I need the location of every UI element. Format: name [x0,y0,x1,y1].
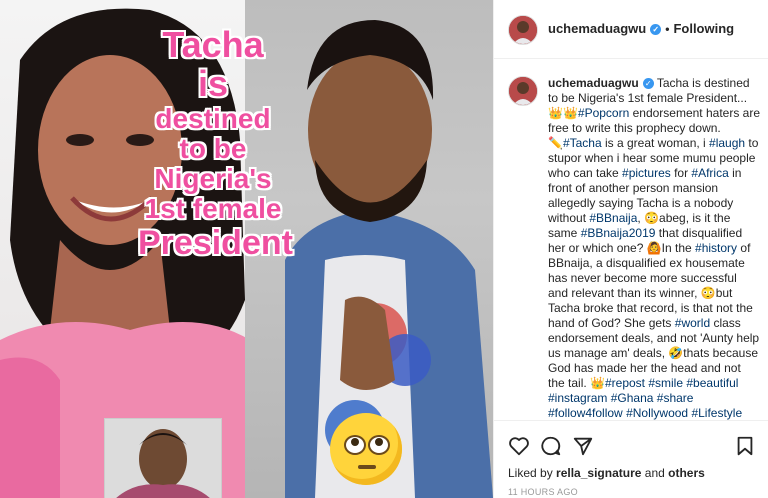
caption-fragment: is a great woman, i [601,136,710,150]
liker-username-link[interactable]: rella_signature [556,466,641,480]
bookmark-icon[interactable] [734,435,756,457]
hashtag-link[interactable]: #share [657,391,694,405]
separator-dot: • [665,22,670,36]
emoji-eye [368,435,390,455]
inset-photo [104,418,222,498]
username-link[interactable]: uchemaduagwu [548,76,639,90]
hashtag-link[interactable]: #Popcorn [578,106,629,120]
overlay-line: to be [179,132,247,164]
avatar[interactable] [508,76,538,106]
heart-icon[interactable] [508,435,530,457]
hashtag-link[interactable]: #Nollywood [626,406,688,420]
hashtag-link[interactable]: #Lifestyle [691,406,742,420]
hashtag-link[interactable]: #laugh [709,136,745,150]
hashtag-link[interactable]: #history [695,241,737,255]
hashtag-link[interactable]: #Ghana [611,391,654,405]
overlay-line: Nigeria's [154,163,272,195]
hashtag-link[interactable]: #smile [648,376,683,390]
hashtag-link[interactable]: #BBnaija [589,211,637,225]
hashtag-link[interactable]: #Africa [691,166,728,180]
hashtag-link[interactable]: #instagram [548,391,607,405]
avatar[interactable] [508,15,538,45]
username-link[interactable]: uchemaduagwu [548,21,646,36]
likes-joiner: and [644,466,665,480]
hashtag-link[interactable]: #Tacha [563,136,602,150]
verified-icon: ✓ [642,78,654,90]
hashtag-link[interactable]: #pictures [622,166,671,180]
caption-body: Tacha is destined to be Nigeria's 1st fe… [548,76,760,420]
hashtag-link[interactable]: #repost [605,376,645,390]
likes-summary: Liked by rella_signature and others [508,466,705,480]
caption-fragment: for [670,166,692,180]
overlay-caption: Tacha is destined to be Nigeria's 1st fe… [138,24,293,262]
post-timestamp[interactable]: 11 HOURS AGO [508,487,578,497]
hashtag-link[interactable]: #follow4follow [548,406,623,420]
post-header: uchemaduagwu ✓ • Following [494,0,768,59]
comment-icon[interactable] [540,435,562,457]
share-icon[interactable] [572,435,594,457]
overlay-line: Tacha [162,24,264,65]
header-user: uchemaduagwu ✓ • Following [548,21,734,36]
post-image[interactable]: Tacha is destined to be Nigeria's 1st fe… [0,0,493,498]
overlay-line: destined [155,102,271,134]
overlay-line: is [197,62,229,104]
eye-roll-emoji [330,413,402,485]
emoji-eye [344,435,366,455]
overlay-line: 1st female [144,193,282,225]
caption-area: uchemaduagwu ✓ Tacha is destined to be Ni… [494,58,768,420]
emoji-mouth [358,465,376,469]
hashtag-link[interactable]: #BBnaija2019 [581,226,656,240]
action-bar [494,420,768,469]
caption-text: uchemaduagwu ✓ Tacha is destined to be Ni… [548,76,760,420]
post-side-panel: uchemaduagwu ✓ • Following uchemaduagwu ✓ Ta… [493,0,768,498]
hashtag-link[interactable]: #beautiful [686,376,738,390]
overlay-line: President [138,223,293,262]
likes-prefix: Liked by [508,466,553,480]
following-button[interactable]: Following [673,21,734,36]
verified-icon: ✓ [650,24,662,36]
hashtag-link[interactable]: #world [675,316,710,330]
others-link[interactable]: others [668,466,705,480]
